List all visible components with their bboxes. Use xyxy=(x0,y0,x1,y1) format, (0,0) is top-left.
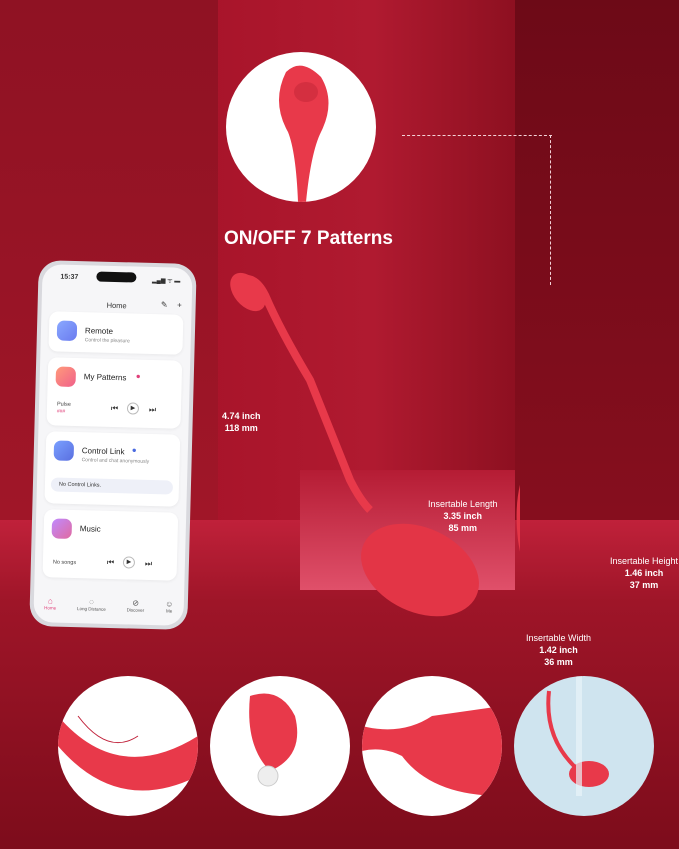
next-icon[interactable]: ⏭ xyxy=(145,559,152,569)
track-name: Pulse xyxy=(56,401,71,408)
app-screen: 15:37 ▂▄▆ ᯤ ▬ Home ✎ + Remote Control th… xyxy=(33,264,193,626)
screen-title: Home xyxy=(106,300,127,311)
card-my-patterns[interactable]: My Patterns ● Pulse ### ⏮ ▶ ⏭ xyxy=(46,357,183,429)
nav-label: Home xyxy=(44,605,57,611)
feature-circle-ribbed xyxy=(362,676,502,816)
play-button[interactable]: ▶ xyxy=(122,556,136,569)
compass-icon: ⊘ xyxy=(132,598,140,608)
phone-mockup: 15:37 ▂▄▆ ᯤ ▬ Home ✎ + Remote Control th… xyxy=(29,259,197,631)
insertable-length-label: Insertable Length 3.35 inch 85 mm xyxy=(428,499,498,533)
feature-circle-waterproof xyxy=(514,676,654,816)
card-subtitle: Control the pleasure xyxy=(84,337,130,345)
nav-label: Discover xyxy=(126,607,145,613)
track-sub: ### xyxy=(56,408,66,415)
edit-icon[interactable]: ✎ xyxy=(161,300,168,309)
add-icon[interactable]: + xyxy=(177,301,182,310)
add-link-icon[interactable]: ● xyxy=(132,445,137,454)
nav-home[interactable]: ⌂ Home xyxy=(44,596,56,610)
card-subtitle: Control and chat anonymously xyxy=(81,457,150,465)
feature-circle-flexible xyxy=(58,676,198,816)
remote-icon xyxy=(56,320,78,342)
nav-long-distance[interactable]: ◌ Long Distance xyxy=(76,597,106,612)
nav-discover[interactable]: ⊘ Discover xyxy=(126,598,145,613)
card-title: Remote xyxy=(84,326,114,336)
prev-icon[interactable]: ⏮ xyxy=(111,404,118,414)
product-illustration xyxy=(230,272,520,617)
headline: ON/OFF 7 Patterns xyxy=(224,228,393,249)
nav-label: Long Distance xyxy=(76,606,106,612)
empty-songs: No songs xyxy=(52,559,77,567)
callout-line xyxy=(550,135,551,285)
feature-circle-charging xyxy=(210,676,350,816)
insertable-width-label: Insertable Width 1.42 inch 36 mm xyxy=(526,633,592,667)
card-title: Control Link xyxy=(81,446,125,457)
music-icon xyxy=(51,518,73,539)
callout-line xyxy=(402,135,552,136)
home-icon: ⌂ xyxy=(47,596,53,606)
card-title: My Patterns xyxy=(83,372,127,383)
card-control-link[interactable]: Control Link ● Control and chat anonymou… xyxy=(44,431,181,507)
length-label: 4.74 inch 118 mm xyxy=(222,411,261,433)
nav-me[interactable]: ☺ Me xyxy=(165,599,174,614)
patterns-icon xyxy=(55,366,77,387)
dynamic-island xyxy=(96,271,137,283)
empty-links: No Control Links. xyxy=(50,477,174,495)
bottom-nav: ⌂ Home ◌ Long Distance ⊘ Discover ☺ Me xyxy=(34,596,184,614)
card-music[interactable]: Music No songs ⏮ ▶ ⏭ xyxy=(42,509,179,581)
link-icon xyxy=(53,440,75,461)
card-title: Music xyxy=(79,524,101,534)
next-icon[interactable]: ⏭ xyxy=(149,405,156,415)
add-pattern-icon[interactable]: ● xyxy=(136,372,141,381)
nav-label: Me xyxy=(165,608,173,614)
status-icons: ▂▄▆ ᯤ ▬ xyxy=(151,277,181,285)
face-icon: ☺ xyxy=(165,599,174,609)
insertable-height-label: Insertable Height 1.46 inch 37 mm xyxy=(610,556,679,590)
right-wall xyxy=(515,0,679,600)
detail-circle-button xyxy=(226,52,376,202)
card-remote[interactable]: Remote Control the pleasure xyxy=(48,311,184,355)
prev-icon[interactable]: ⏮ xyxy=(107,558,114,568)
play-button[interactable]: ▶ xyxy=(126,402,140,415)
clock: 15:37 xyxy=(60,273,79,282)
